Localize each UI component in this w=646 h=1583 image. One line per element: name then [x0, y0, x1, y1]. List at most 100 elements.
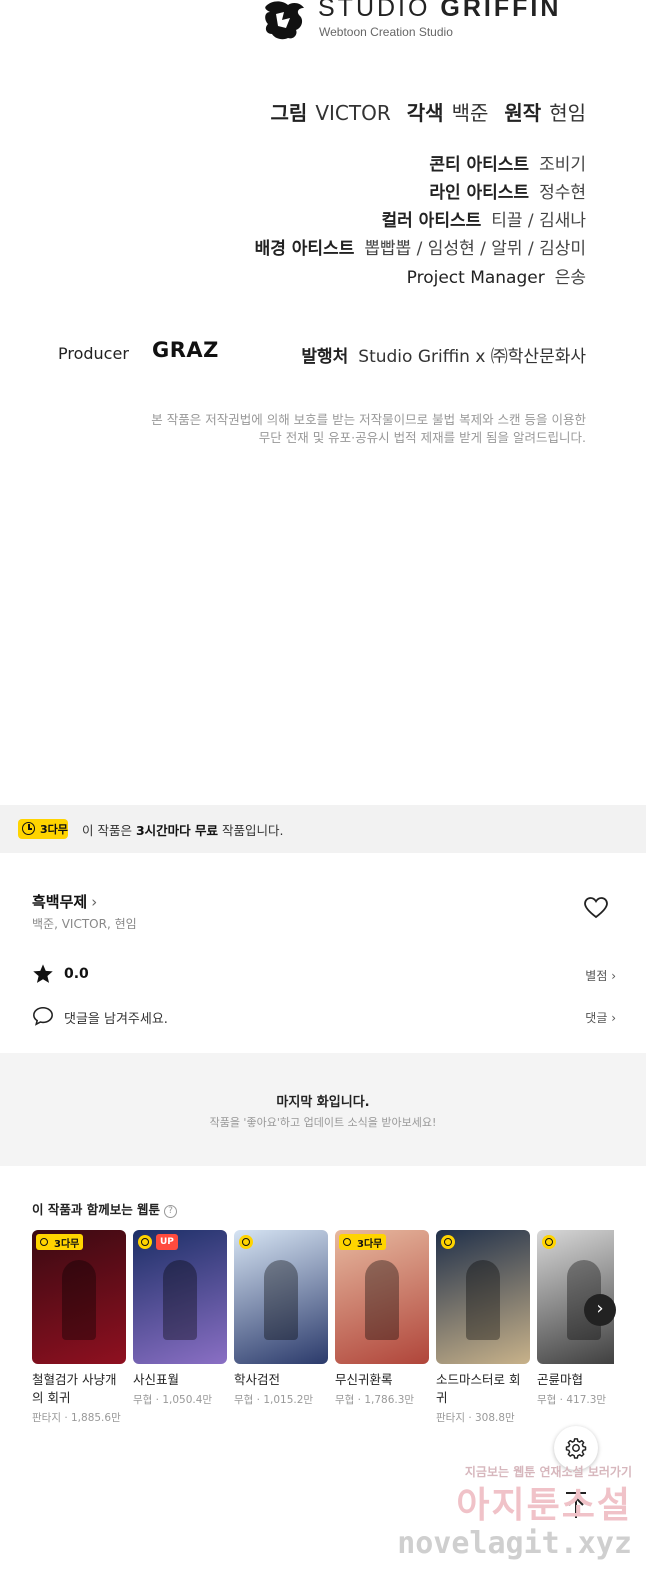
free-badge-label: 3다무	[40, 823, 68, 836]
copyright-notice-line2: 무단 전재 및 유포·공유시 법적 제재를 받게 됨을 알려드립니다.	[258, 430, 586, 445]
recommendation-meta: 무협 · 1,050.4만	[133, 1394, 213, 1406]
recommendation-card[interactable]: 학사검전 무협 · 1,015.2만	[234, 1230, 328, 1407]
up-badge: UP	[156, 1234, 178, 1250]
recommendations-section: 이 작품과 함께보는 웹툰? 3다무철혈검가 사냥개의 회귀판타지 · 1,88…	[0, 1166, 646, 1453]
credit-name-art: VICTOR	[315, 101, 391, 125]
recommendation-card[interactable]: 소드마스터로 회귀판타지 · 308.8만	[436, 1230, 530, 1425]
recommendation-card[interactable]: 3다무철혈검가 사냥개의 회귀판타지 · 1,885.6만	[32, 1230, 126, 1425]
studio-logo: STUDIO GRIFFIN Webtoon Creation Studio	[262, 0, 592, 48]
help-icon[interactable]: ?	[164, 1205, 178, 1218]
wait-free-badge	[440, 1234, 456, 1250]
clock-icon	[138, 1235, 152, 1249]
cover-art	[466, 1260, 500, 1340]
free-info-text: 이 작품은 3시간마다 무료 작품입니다.	[82, 820, 283, 839]
credit-row-line: 라인 아티스트 정수현	[429, 178, 586, 203]
copyright-notice-line1: 본 작품은 저작권법에 의해 보호를 받는 저작물이므로 불법 복제와 스캔 등…	[151, 412, 586, 427]
cover-art	[62, 1260, 96, 1340]
credit-role: Project Manager	[406, 268, 545, 288]
clock-icon	[441, 1235, 455, 1249]
credit-role: 콘티 아티스트	[429, 155, 530, 175]
free-text-bold: 3시간마다 무료	[135, 823, 219, 838]
publisher-row: 발행처 Studio Griffin x ㈜학산문화사	[301, 342, 586, 367]
clock-icon	[542, 1235, 556, 1249]
wait-free-badge: UP	[137, 1234, 178, 1250]
comment-row: 댓글을 남겨주세요. 댓글 ›	[32, 1005, 616, 1029]
star-icon	[33, 964, 53, 983]
credit-name: 티끌 / 김새나	[491, 211, 586, 231]
watermark-line2: 아지툰소설	[456, 1485, 632, 1526]
last-episode-subtitle: 작품을 '좋아요'하고 업데이트 소식을 받아보세요!	[209, 1116, 437, 1129]
last-episode-title: 마지막 화입니다.	[276, 1095, 370, 1110]
recommendation-card[interactable]: 3다무무신귀환록무협 · 1,786.3만	[335, 1230, 429, 1407]
credit-row-pm: Project Manager 은송	[407, 263, 586, 288]
publisher-name: Studio Griffin x ㈜학산문화사	[358, 347, 586, 367]
recommendation-meta: 판타지 · 1,885.6만	[32, 1412, 121, 1424]
rating-row: 0.0 별점 ›	[32, 963, 616, 987]
wait-free-badge	[238, 1234, 254, 1250]
recommendation-thumbnail	[234, 1230, 328, 1364]
credit-main-row: 그림 VICTOR 각색 백준 원작 현임	[271, 97, 586, 126]
recommendation-meta: 판타지 · 308.8만	[436, 1412, 515, 1424]
credit-role: 컬러 아티스트	[381, 211, 482, 231]
credit-name: 뽑빱뽑 / 임성현 / 알뮈 / 김상미	[364, 239, 586, 259]
free-info-bar: 3다무 이 작품은 3시간마다 무료 작품입니다.	[0, 805, 646, 853]
credit-role: 라인 아티스트	[429, 183, 530, 203]
recommendation-thumbnail: 3다무	[335, 1230, 429, 1364]
credit-role-art: 그림	[270, 101, 308, 125]
studio-subtitle: Webtoon Creation Studio	[319, 25, 453, 39]
rate-link[interactable]: 별점 ›	[585, 967, 616, 984]
credit-row-color: 컬러 아티스트 티끌 / 김새나	[381, 206, 586, 231]
clock-icon	[239, 1235, 253, 1249]
carousel-next-button[interactable]: ›	[584, 1294, 616, 1326]
recommendation-thumbnail: 3다무	[32, 1230, 126, 1364]
credit-name: 조비기	[539, 155, 586, 175]
wait-free-badge	[541, 1234, 557, 1250]
recommendation-meta: 무협 · 1,786.3만	[335, 1394, 415, 1406]
free-text-prefix: 이 작품은	[82, 823, 136, 838]
cover-art	[264, 1260, 298, 1340]
recommendation-thumbnail	[436, 1230, 530, 1364]
free-text-suffix: 작품입니다.	[218, 823, 284, 838]
series-title-link[interactable]: 흑백무제 ›	[32, 891, 97, 912]
credit-name-original: 현임	[549, 101, 586, 125]
recommendation-title: 철혈검가 사냥개의 회귀	[32, 1372, 117, 1405]
recommendation-thumbnail: UP	[133, 1230, 227, 1364]
chevron-right-icon: ›	[91, 893, 98, 911]
cover-art	[365, 1260, 399, 1340]
free-badge: 3다무	[18, 819, 68, 839]
recommendation-title: 무신귀환록	[335, 1372, 393, 1387]
studio-name: STUDIO GRIFFIN	[318, 0, 562, 22]
producer-label: Producer	[58, 344, 129, 363]
series-authors: 백준, VICTOR, 현임	[32, 917, 137, 931]
rating-value: 0.0	[64, 966, 89, 982]
recommendation-carousel: 3다무철혈검가 사냥개의 회귀판타지 · 1,885.6만 UP 사신표월무협 · …	[32, 1230, 614, 1440]
recommendation-title: 곤륜마협	[537, 1372, 584, 1387]
recommendations-title-text: 이 작품과 함께보는 웹툰	[32, 1202, 161, 1217]
credit-name: 은송	[554, 268, 586, 288]
wait-free-badge: 3다무	[36, 1234, 84, 1250]
heart-icon[interactable]	[584, 897, 608, 919]
credit-name-adapt: 백준	[451, 101, 489, 125]
credit-role: 배경 아티스트	[254, 239, 355, 259]
clock-icon	[37, 1235, 51, 1249]
recommendation-card[interactable]: UP 사신표월무협 · 1,050.4만	[133, 1230, 227, 1407]
recommendation-meta: 무협 · 417.3만	[537, 1394, 607, 1406]
comment-icon	[33, 1006, 53, 1026]
recommendation-title: 사신표월	[133, 1372, 180, 1387]
badge-label: 3다무	[357, 1238, 383, 1250]
recommendation-title: 소드마스터로 회귀	[436, 1372, 521, 1405]
cover-art	[163, 1260, 197, 1340]
badge-label: 3다무	[54, 1238, 80, 1250]
credit-role-original: 원작	[504, 101, 542, 125]
gear-icon	[565, 1438, 587, 1459]
comments-link[interactable]: 댓글 ›	[585, 1009, 616, 1026]
credit-name: 정수현	[539, 183, 586, 203]
series-info-card: 흑백무제 › 백준, VICTOR, 현임 0.0 별점 › 댓글을 남겨주세요.…	[0, 853, 646, 1053]
credit-row-background: 배경 아티스트 뽑빱뽑 / 임성현 / 알뮈 / 김상미	[255, 234, 586, 259]
comment-input[interactable]: 댓글을 남겨주세요.	[64, 1008, 168, 1027]
publisher-label: 발행처	[301, 347, 349, 367]
credit-row-conti: 콘티 아티스트 조비기	[429, 150, 586, 175]
last-episode-section: 마지막 화입니다. 작품을 '좋아요'하고 업데이트 소식을 받아보세요!	[0, 1053, 646, 1166]
producer-name: GRAZ	[152, 338, 219, 362]
recommendation-title: 학사검전	[234, 1372, 281, 1387]
